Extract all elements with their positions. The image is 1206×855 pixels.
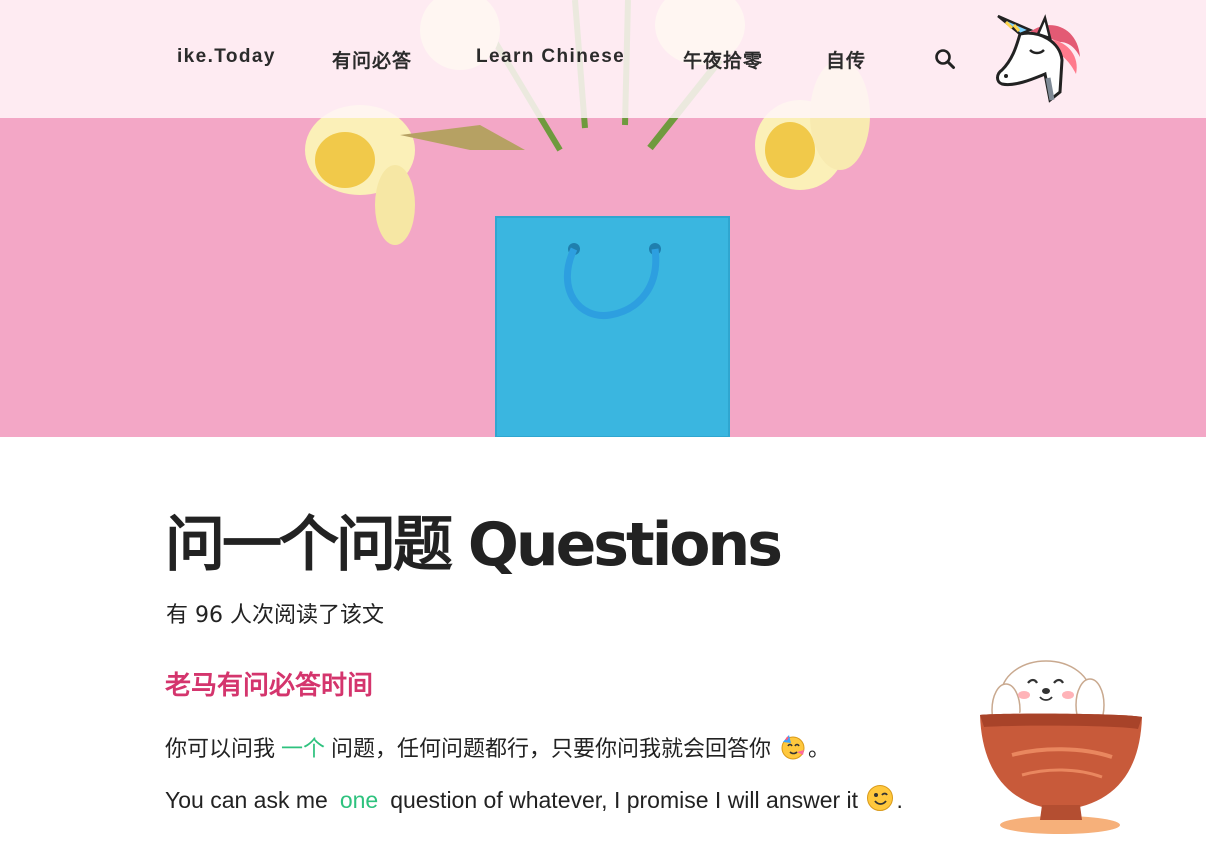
intro-zh-text-2: 问题，任何问题都行，只要你问我就会回答你 [331, 737, 772, 762]
intro-en-text-2: question of whatever, I promise I will a… [390, 787, 859, 813]
search-icon [935, 49, 955, 69]
site-logo[interactable] [990, 12, 1086, 104]
intro-zh-accent: 一个 [281, 737, 326, 762]
view-count: 有 96 人次阅读了该文 [166, 603, 384, 628]
nav-item-learn-chinese[interactable]: Learn Chinese [476, 46, 625, 72]
intro-en-end: . [896, 787, 903, 813]
intro-paragraph-en: You can ask me one question of whatever, I… [165, 784, 903, 818]
winking-face-emoji-icon [866, 784, 894, 818]
top-navigation-bar: ike.Today 有问必答 Learn Chinese 午夜拾零 自传 [0, 0, 1206, 118]
intro-en-accent: one [339, 787, 379, 813]
unicorn-logo-icon [996, 14, 1080, 103]
puppy-in-bowl-icon [980, 660, 1142, 834]
section-heading: 老马有问必答时间 [165, 671, 374, 701]
partying-face-emoji-icon [780, 734, 806, 766]
intro-en-text-1: You can ask me [165, 787, 328, 813]
nav-item-ike-today[interactable]: ike.Today [177, 46, 276, 72]
page-title: 问一个问题 Questions [165, 510, 783, 580]
intro-zh-end: 。 [808, 737, 831, 762]
intro-zh-text-1: 你可以问我 [165, 737, 276, 762]
intro-paragraph-zh: 你可以问我 一个 问题，任何问题都行，只要你问我就会回答你 。 [165, 731, 830, 766]
nav-item-autobiography[interactable]: 自传 [826, 46, 866, 72]
search-button[interactable] [934, 48, 956, 70]
mascot-illustration [972, 655, 1152, 840]
nav-item-qa[interactable]: 有问必答 [332, 46, 412, 72]
nav-item-midnight[interactable]: 午夜拾零 [683, 46, 763, 72]
